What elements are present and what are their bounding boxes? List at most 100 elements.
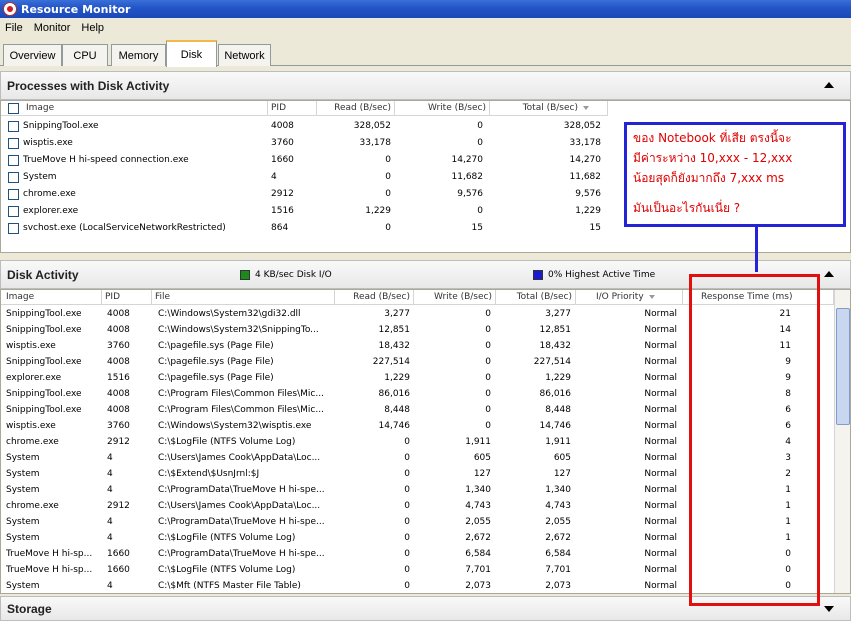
- cell-total: 4,743: [545, 501, 571, 511]
- cell-image: SnippingTool.exe: [6, 357, 82, 367]
- cell-write: 9,576: [457, 189, 483, 199]
- cell-total: 86,016: [539, 389, 572, 399]
- cell-write: 11,682: [451, 172, 484, 182]
- process-row[interactable]: chrome.exe 2912 0 9,576 9,576: [1, 186, 608, 203]
- menu-monitor[interactable]: Monitor: [29, 22, 77, 34]
- scrollbar-thumb[interactable]: [836, 308, 850, 425]
- cell-write: 14,270: [451, 155, 484, 165]
- col-pid[interactable]: PID: [102, 290, 152, 305]
- cell-image: wisptis.exe: [6, 341, 56, 351]
- cell-io-priority: Normal: [644, 549, 677, 559]
- col-total[interactable]: Total (B/sec): [490, 101, 608, 116]
- cell-write: 605: [473, 453, 491, 463]
- col-pid[interactable]: PID: [268, 101, 317, 116]
- col-image[interactable]: Image: [1, 290, 102, 305]
- cell-write: 0: [485, 357, 491, 367]
- cell-pid: 4008: [271, 121, 294, 131]
- cell-pid: 4008: [107, 309, 130, 319]
- process-checkbox[interactable]: [8, 206, 19, 217]
- cell-write: 2,672: [465, 533, 491, 543]
- cell-file: C:\$LogFile (NTFS Volume Log): [158, 565, 296, 575]
- col-read[interactable]: Read (B/sec): [317, 101, 395, 116]
- col-total[interactable]: Total (B/sec): [496, 290, 576, 305]
- cell-read: 0: [404, 517, 410, 527]
- process-checkbox[interactable]: [8, 189, 19, 200]
- cell-file: C:\ProgramData\TrueMove H hi-spe...: [158, 549, 325, 559]
- process-checkbox[interactable]: [8, 223, 19, 234]
- process-row[interactable]: wisptis.exe 3760 33,178 0 33,178: [1, 135, 608, 152]
- tab-cpu[interactable]: CPU: [62, 44, 108, 66]
- cell-pid: 2912: [271, 189, 294, 199]
- disk-vertical-scrollbar[interactable]: [834, 290, 850, 593]
- cell-pid: 4008: [107, 389, 130, 399]
- collapse-up-icon[interactable]: [824, 271, 834, 277]
- active-time-legend-label: 0% Highest Active Time: [548, 270, 656, 280]
- tab-memory[interactable]: Memory: [111, 44, 166, 66]
- cell-read: 0: [404, 437, 410, 447]
- cell-image: chrome.exe: [23, 189, 76, 199]
- tab-network[interactable]: Network: [218, 44, 271, 66]
- annotation-line-3: น้อยสุดก็ยังมากถึง 7,xxx ms: [633, 171, 785, 185]
- process-row[interactable]: TrueMove H hi-speed connection.exe 1660 0 1…: [1, 152, 608, 169]
- col-file[interactable]: File: [152, 290, 335, 305]
- process-checkbox[interactable]: [8, 155, 19, 166]
- cell-total: 127: [553, 469, 571, 479]
- cell-file: C:\Users\James Cook\AppData\Loc...: [158, 453, 321, 463]
- annotation-note: ของ Notebook ที่เสีย ตรงนี้จะ มีค่าระหว่…: [624, 122, 846, 227]
- process-checkbox[interactable]: [8, 138, 19, 149]
- cell-pid: 864: [271, 223, 289, 233]
- cell-read: 0: [404, 469, 410, 479]
- process-checkbox[interactable]: [8, 121, 19, 132]
- menu-file[interactable]: File: [0, 22, 29, 34]
- cell-pid: 2912: [107, 501, 130, 511]
- cell-pid: 1660: [107, 565, 130, 575]
- process-row[interactable]: explorer.exe 1516 1,229 0 1,229: [1, 203, 608, 220]
- cell-total: 2,073: [545, 581, 571, 591]
- col-image[interactable]: Image: [23, 101, 268, 116]
- select-all-checkbox[interactable]: [8, 103, 19, 114]
- cell-write: 0: [485, 309, 491, 319]
- menu-bar: File Monitor Help: [0, 18, 851, 37]
- cell-write: 15: [471, 223, 483, 233]
- cell-image: System: [6, 453, 40, 463]
- cell-image: TrueMove H hi-sp...: [6, 549, 93, 559]
- cell-pid: 4008: [107, 357, 130, 367]
- cell-image: svchost.exe (LocalServiceNetworkRestrict…: [23, 223, 226, 233]
- processes-column-header: Image PID Read (B/sec) Write (B/sec) Tot…: [1, 101, 608, 116]
- cell-image: wisptis.exe: [6, 421, 56, 431]
- cell-image: TrueMove H hi-speed connection.exe: [23, 155, 189, 165]
- menu-help[interactable]: Help: [76, 22, 110, 34]
- cell-total: 6,584: [545, 549, 571, 559]
- cell-pid: 3760: [271, 138, 294, 148]
- expand-down-icon[interactable]: [824, 606, 834, 612]
- cell-write: 0: [485, 405, 491, 415]
- annotation-connector: [755, 227, 758, 272]
- cell-io-priority: Normal: [644, 405, 677, 415]
- process-row[interactable]: System 4 0 11,682 11,682: [1, 169, 608, 186]
- process-checkbox[interactable]: [8, 172, 19, 183]
- cell-file: C:\Program Files\Common Files\Mic...: [158, 389, 324, 399]
- cell-pid: 1516: [107, 373, 130, 383]
- cell-pid: 4: [107, 453, 113, 463]
- process-row[interactable]: svchost.exe (LocalServiceNetworkRestrict…: [1, 220, 608, 237]
- tab-disk[interactable]: Disk: [166, 40, 217, 67]
- disk-activity-title: Disk Activity: [7, 267, 79, 282]
- process-row[interactable]: SnippingTool.exe 4008 328,052 0 328,052: [1, 118, 608, 135]
- tab-overview[interactable]: Overview: [3, 44, 62, 66]
- cell-read: 1,229: [365, 206, 391, 216]
- cell-pid: 4008: [107, 405, 130, 415]
- col-write[interactable]: Write (B/sec): [395, 101, 490, 116]
- col-write[interactable]: Write (B/sec): [414, 290, 496, 305]
- col-read[interactable]: Read (B/sec): [335, 290, 414, 305]
- cell-read: 0: [404, 501, 410, 511]
- cell-write: 0: [477, 121, 483, 131]
- collapse-up-icon[interactable]: [824, 82, 834, 88]
- cell-io-priority: Normal: [644, 309, 677, 319]
- col-io-priority[interactable]: I/O Priority: [576, 290, 683, 305]
- cell-io-priority: Normal: [644, 421, 677, 431]
- cell-image: chrome.exe: [6, 501, 59, 511]
- processes-section-header[interactable]: Processes with Disk Activity: [0, 71, 851, 100]
- cell-pid: 1660: [271, 155, 294, 165]
- cell-io-priority: Normal: [644, 389, 677, 399]
- cell-read: 33,178: [359, 138, 392, 148]
